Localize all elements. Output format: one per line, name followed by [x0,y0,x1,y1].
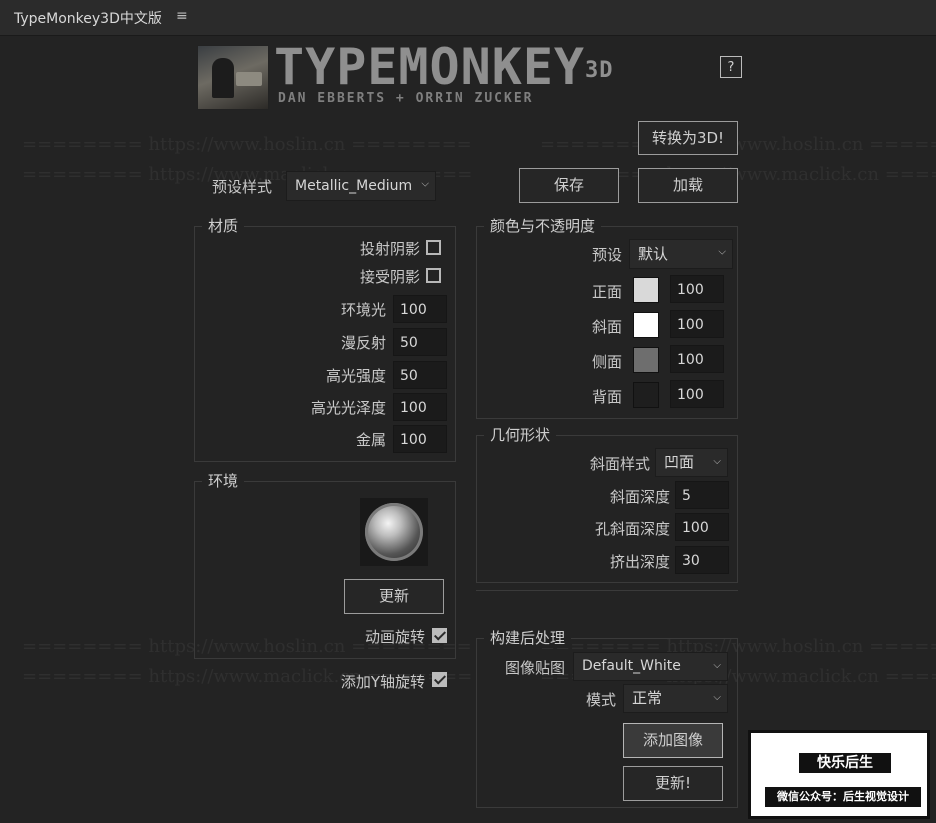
preset-style-label: 预设样式 [212,178,273,196]
front-opacity-input[interactable]: 100 [670,275,724,303]
image-map-label: 图像贴图 [504,659,565,677]
preset-style-dropdown[interactable]: Metallic_Medium ⌵ [286,171,436,201]
side-label: 侧面 [591,353,622,371]
bevel-style-dropdown[interactable]: 凹面 ⌵ [655,448,728,477]
color-preset-dropdown[interactable]: 默认 ⌵ [629,239,733,269]
watermark-text: ======== https://www.hoslin.cn ======== [22,134,472,155]
chevron-down-icon: ⌵ [713,659,721,671]
chevron-down-icon: ⌵ [421,178,429,190]
color-opacity-group-title: 颜色与不透明度 [484,215,602,236]
section-divider [476,590,738,591]
post-processing-group-title: 构建后处理 [484,627,572,648]
add-image-button[interactable]: 添加图像 [623,723,723,758]
color-preset-label: 预设 [591,246,622,264]
bevel-color-swatch[interactable] [633,312,659,338]
ambient-label: 环境光 [340,301,386,319]
bevel-depth-label: 斜面深度 [609,488,670,506]
convert-to-3d-button[interactable]: 转换为3D! [638,121,738,155]
side-opacity-input[interactable]: 100 [670,345,724,373]
back-opacity-input[interactable]: 100 [670,380,724,408]
bevel-style-label: 斜面样式 [589,455,650,473]
accept-shadows-label: 接受阴影 [359,268,420,286]
bevel-opacity-input[interactable]: 100 [670,310,724,338]
promo-card: 快乐后生 微信公众号：后生视觉设计 [748,730,930,819]
mode-dropdown[interactable]: 正常 ⌵ [623,684,728,713]
mode-label: 模式 [585,691,616,709]
save-button[interactable]: 保存 [519,168,619,203]
logo-subtitle: DAN EBBERTS + ORRIN ZUCKER [278,91,534,106]
logo-photo [197,45,269,110]
environment-group-title: 环境 [202,470,245,491]
material-group-title: 材质 [202,215,245,236]
panel-title[interactable]: TypeMonkey3D中文版 [14,8,162,28]
specular-shininess-input[interactable]: 100 [393,393,447,421]
bevel-label: 斜面 [591,318,622,336]
bevel-depth-input[interactable]: 5 [675,481,729,509]
back-label: 背面 [591,388,622,406]
add-y-rotation-label: 添加Y轴旋转 [340,673,425,691]
specular-intensity-input[interactable]: 50 [393,361,447,389]
front-color-swatch[interactable] [633,277,659,303]
ambient-input[interactable]: 100 [393,295,447,323]
cast-shadows-checkbox[interactable] [426,240,441,255]
hamburger-menu-icon[interactable]: ≡ [176,8,188,24]
back-color-swatch[interactable] [633,382,659,408]
animate-rotation-checkbox[interactable] [432,628,447,643]
extrusion-depth-label: 挤出深度 [609,553,670,571]
chevron-down-icon: ⌵ [718,246,726,258]
promo-title: 快乐后生 [799,753,891,773]
metal-label: 金属 [355,431,386,449]
watermark-text: ======== https://www.hoslin.cn ======== [540,134,936,155]
image-map-dropdown[interactable]: Default_White ⌵ [573,652,728,681]
geometry-group-title: 几何形状 [484,424,557,445]
specular-intensity-label: 高光强度 [325,367,386,385]
extrusion-depth-input[interactable]: 30 [675,546,729,574]
hole-bevel-depth-label: 孔斜面深度 [594,520,670,538]
promo-subtitle: 微信公众号：后生视觉设计 [765,787,921,807]
logo-title: TYPEMONKEY3D [274,38,614,96]
load-button[interactable]: 加载 [638,168,738,203]
accept-shadows-checkbox[interactable] [426,268,441,283]
post-update-button[interactable]: 更新! [623,766,723,801]
chevron-down-icon: ⌵ [713,455,721,467]
diffuse-input[interactable]: 50 [393,328,447,356]
specular-shininess-label: 高光光泽度 [310,399,386,417]
animate-rotation-label: 动画旋转 [364,628,425,646]
add-y-rotation-checkbox[interactable] [432,672,447,687]
diffuse-label: 漫反射 [340,334,386,352]
front-label: 正面 [591,283,622,301]
metal-input[interactable]: 100 [393,425,447,453]
cast-shadows-label: 投射阴影 [359,240,420,258]
help-button[interactable]: ? [720,56,742,78]
env-sphere-icon [365,503,423,561]
hole-bevel-depth-input[interactable]: 100 [675,513,729,541]
side-color-swatch[interactable] [633,347,659,373]
environment-update-button[interactable]: 更新 [344,579,444,614]
environment-sphere-preview[interactable] [360,498,428,566]
chevron-down-icon: ⌵ [713,691,721,703]
